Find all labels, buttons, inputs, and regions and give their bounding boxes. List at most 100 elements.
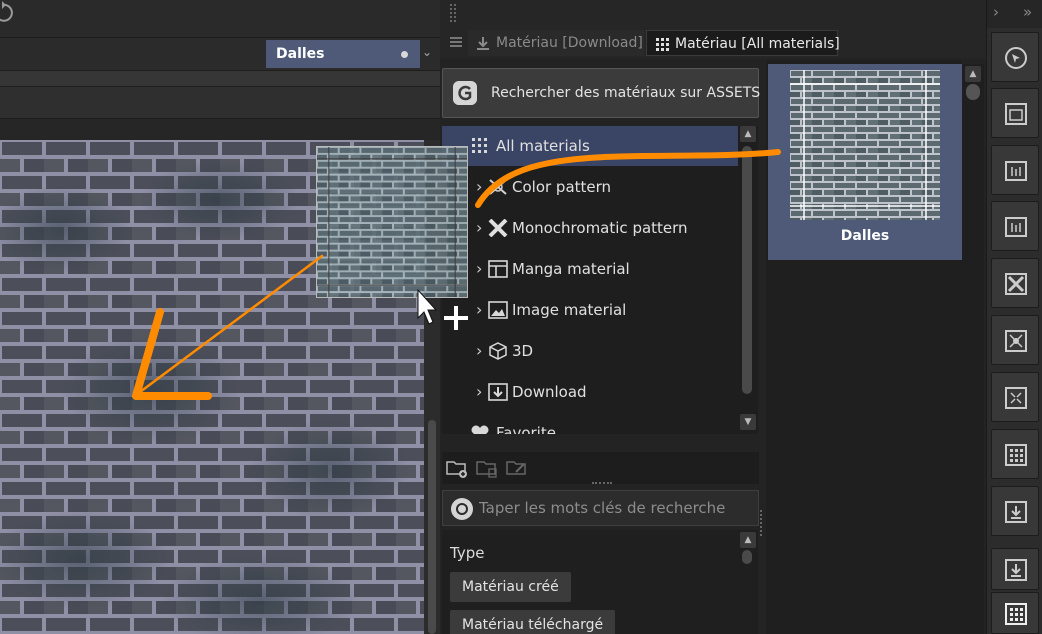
tree-item-download[interactable]: › Download [442,372,738,412]
manga-material-button[interactable] [991,372,1039,422]
tree-item-label: Monochromatic pattern [512,219,688,237]
tree-item-manga-material[interactable]: › Manga material [442,249,738,289]
cube-icon [489,342,507,360]
tree-item-3d[interactable]: › 3D [442,331,738,371]
delete-folder-icon[interactable] [476,458,498,478]
download-material-button[interactable] [991,486,1039,536]
navigator-icon [1005,47,1027,69]
monochromatic-pattern-icon [1005,273,1027,295]
drag-preview-thumbnail [316,146,468,298]
chevron-right-icon[interactable]: › [476,208,482,248]
scroll-up-icon[interactable]: ▲ [740,532,756,548]
tab-label: Matériau [Download] [496,35,643,51]
new-folder-icon[interactable] [446,458,468,478]
chevron-down-icon[interactable]: ⌄ [422,45,432,59]
tree-item-label: Manga material [512,260,630,278]
grid-dots-icon [1005,603,1027,625]
search-input[interactable] [479,495,749,521]
subview-button[interactable] [991,88,1039,138]
monochromatic-pattern-button[interactable] [991,258,1039,308]
tree-item-label: 3D [512,342,534,360]
filter-panel: Type Matériau créé Matériau téléchargé [442,530,738,634]
palette-header [440,0,986,28]
image-material-icon [488,301,508,319]
download-icon [1005,501,1027,523]
chevron-right-icon[interactable]: › [476,167,482,207]
tree-item-all-materials[interactable]: All materials [442,126,738,166]
document-tab[interactable]: Dalles [266,40,420,68]
scroll-thumb[interactable] [742,550,752,564]
type-label: Type [450,544,485,562]
chevron-right-icon[interactable]: › [476,372,482,412]
download-folder-button[interactable] [991,548,1039,590]
canvas-area: Dalles ⌄ [0,0,440,634]
tree-toolbar [442,452,759,484]
scroll-thumb[interactable] [966,84,980,100]
panel-splitter[interactable] [760,510,764,536]
color-pattern-icon [489,179,507,195]
manga-material-icon [488,260,508,278]
tab-material-all[interactable]: Matériau [All materials] [646,30,840,56]
rename-folder-icon[interactable] [506,458,528,478]
tab-material-download[interactable]: Matériau [Download] [468,30,644,56]
search-icon[interactable] [451,498,473,520]
panel-splitter[interactable] [592,482,612,486]
monochromatic-pattern-icon [488,219,508,237]
all-materials-button[interactable] [991,429,1039,479]
chevron-right-icon[interactable]: › [476,290,482,330]
tree-item-label: Color pattern [512,178,612,196]
download-folder-icon [488,383,508,401]
download-icon [477,37,489,50]
tree-item-favorite[interactable]: Favorite [442,413,738,434]
tree-item-label: Favorite [496,424,556,434]
search-assets-button[interactable]: Rechercher des matériaux sur ASSETS [442,68,761,118]
drag-grip-icon[interactable] [450,4,456,22]
material-results: Dalles [766,60,962,634]
material-palette: Matériau [Download] Matériau [All materi… [440,0,986,634]
tree-item-label: Image material [512,301,627,319]
command-sidebar: › » [986,0,1042,634]
color-pattern-icon [1005,330,1027,352]
canvas-toolbar [0,0,440,38]
tree-item-label: All materials [496,137,590,155]
search-assets-label: Rechercher des matériaux sur ASSETS [491,85,761,101]
material-thumbnail [790,70,940,220]
results-scrollbar[interactable]: ▲ [962,64,984,634]
grid-dots-icon [1005,444,1027,466]
scroll-thumb[interactable] [742,146,752,394]
filter-chip-created[interactable]: Matériau créé [450,572,571,602]
ruler-bar [0,70,440,86]
chevron-right-icon[interactable]: › [476,249,482,289]
material-card[interactable]: Dalles [768,64,962,260]
scroll-up-icon[interactable]: ▲ [965,66,981,82]
command-bar [0,86,440,118]
download-folder-icon [1005,559,1027,581]
tree-item-image-material[interactable]: › Image material [442,290,738,330]
navigator-button[interactable] [991,32,1039,82]
tree-item-monochromatic-pattern[interactable]: › Monochromatic pattern [442,208,738,248]
material-mono-button[interactable] [991,201,1039,251]
filter-scrollbar[interactable]: ▲ [738,530,758,634]
double-chevron-right-icon[interactable]: » [1023,3,1032,21]
color-pattern-button[interactable] [991,315,1039,365]
palette-tab-bar: Matériau [Download] Matériau [All materi… [440,28,986,58]
material-color-button[interactable] [991,145,1039,195]
scroll-thumb[interactable] [428,420,436,634]
document-tab-label: Dalles [276,46,325,62]
grid-dots-icon [656,38,669,51]
chevron-right-icon[interactable]: › [476,331,482,371]
rotate-icon[interactable] [0,0,14,24]
menu-icon[interactable] [450,37,462,47]
scroll-up-icon[interactable]: ▲ [740,126,756,142]
tree-item-color-pattern[interactable]: › Color pattern [442,167,738,207]
ruler-bar-horizontal [0,118,440,140]
material-mono-icon [1005,217,1027,237]
all-materials-active-button[interactable] [991,592,1039,634]
grid-dots-icon [472,138,487,153]
scroll-down-icon[interactable]: ▼ [740,414,756,430]
chevron-right-icon[interactable]: › [993,3,999,21]
material-card-label: Dalles [840,228,890,244]
tab-label: Matériau [All materials] [675,36,840,52]
filter-chip-downloaded[interactable]: Matériau téléchargé [450,610,616,634]
tree-scrollbar[interactable]: ▲ ▼ [738,126,758,434]
